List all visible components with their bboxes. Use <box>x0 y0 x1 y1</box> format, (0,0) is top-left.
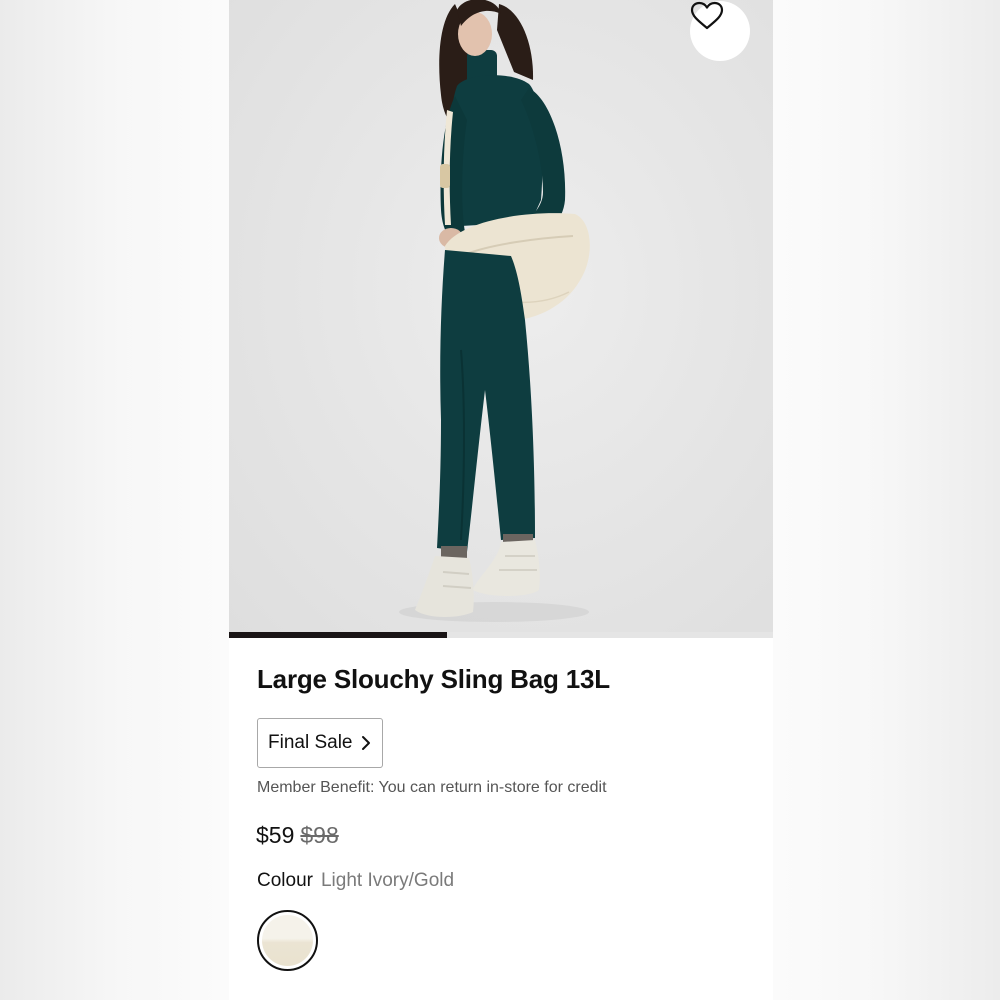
colour-value: Light Ivory/Gold <box>320 870 455 891</box>
colour-swatch-light-ivory-gold[interactable] <box>257 910 318 971</box>
member-benefit-text: Member Benefit: You can return in-store … <box>257 779 607 796</box>
product-title: Large Slouchy Sling Bag 13L <box>257 664 610 694</box>
colour-label: Colour <box>257 870 313 891</box>
product-page: Large Slouchy Sling Bag 13L Final Sale M… <box>229 0 773 1000</box>
chevron-right-icon <box>361 735 371 751</box>
product-photo <box>399 0 590 622</box>
sale-price: $59 <box>256 822 295 848</box>
heart-outline-icon <box>690 1 724 30</box>
final-sale-button[interactable]: Final Sale <box>257 718 383 768</box>
original-price: $98 <box>300 822 339 848</box>
wishlist-button[interactable] <box>690 1 750 61</box>
price-row: $59 $98 <box>256 822 339 849</box>
gallery-progress-fill <box>229 632 447 638</box>
product-image-gallery[interactable] <box>229 0 773 638</box>
swatch-fill <box>262 915 313 966</box>
gallery-progress-bar <box>229 632 773 638</box>
colour-row: Colour Light Ivory/Gold <box>257 870 454 892</box>
final-sale-label: Final Sale <box>268 732 353 753</box>
